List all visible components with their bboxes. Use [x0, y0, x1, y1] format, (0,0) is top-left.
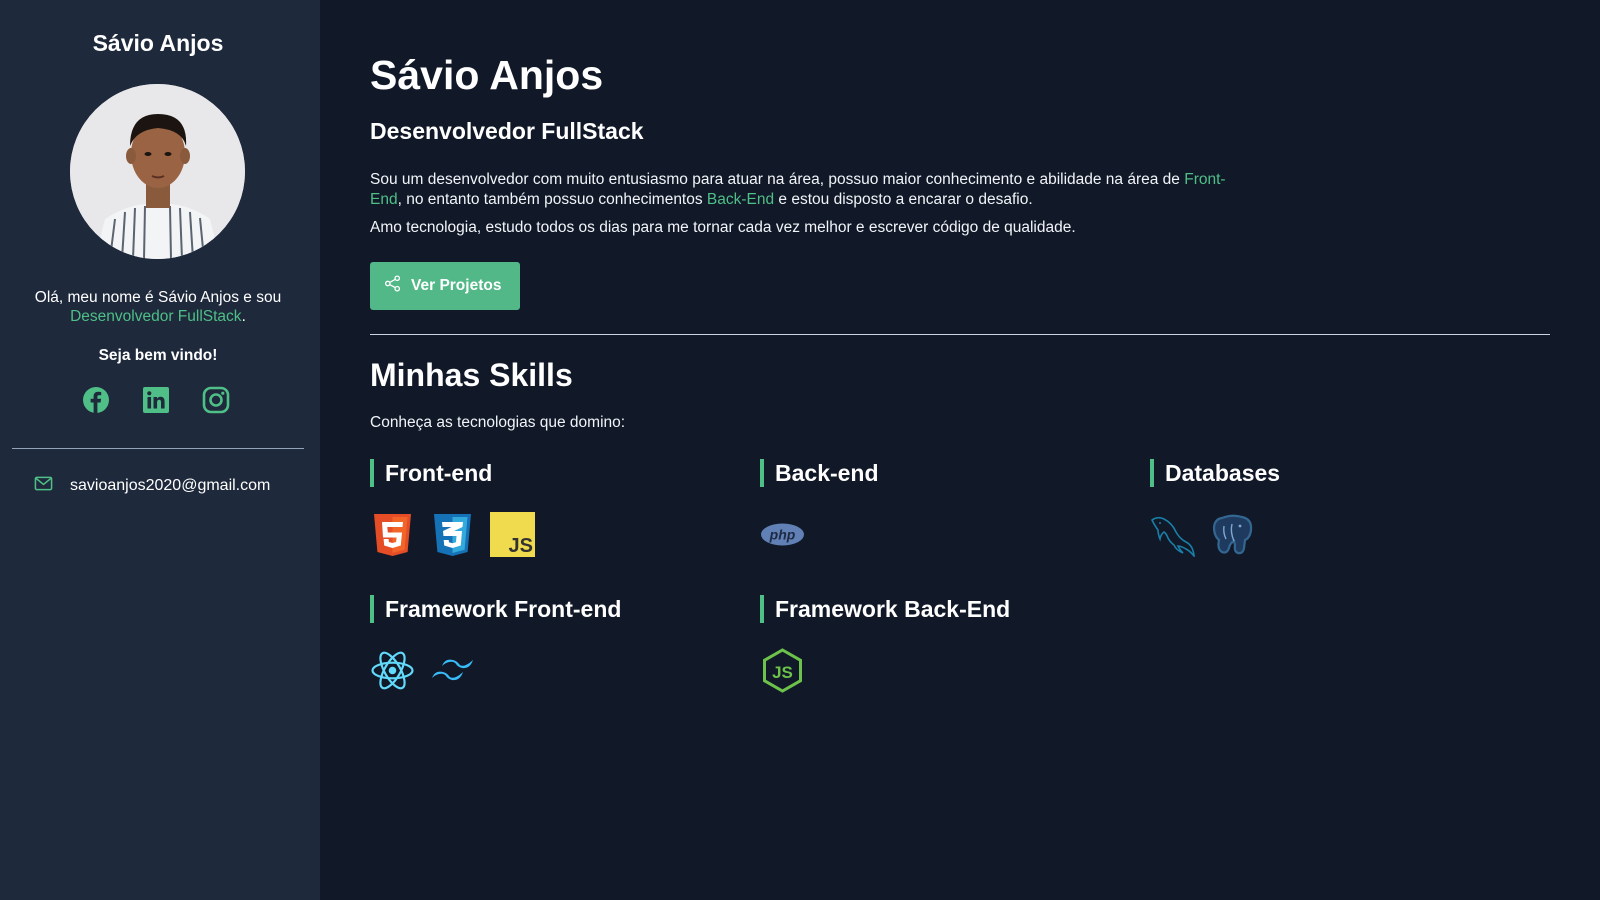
skill-category-databases: Databases — [1150, 459, 1280, 557]
page-title: Sávio Anjos — [370, 52, 604, 98]
linkedin-icon[interactable] — [142, 386, 170, 414]
view-projects-label: Ver Projetos — [411, 277, 502, 294]
html5-icon — [370, 512, 415, 557]
skill-category-framework-frontend: Framework Front-end — [370, 595, 621, 693]
skills-subtitle: Conheça as tecnologias que domino: — [370, 414, 626, 431]
category-title: Framework Back-End — [760, 595, 1010, 623]
skill-category-framework-backend: Framework Back-End JS — [760, 595, 1010, 693]
category-title-text: Framework Back-End — [775, 595, 1011, 622]
sidebar-intro: Olá, meu nome é Sávio Anjos e sou Desenv… — [20, 288, 296, 326]
category-icons — [370, 648, 621, 693]
category-icons: JS — [760, 648, 1010, 693]
about-text: Sou um desenvolvedor com muito entusiasm… — [370, 170, 1250, 238]
php-icon: php — [760, 512, 805, 557]
skill-category-frontend: Front-end JS — [370, 459, 535, 557]
about-text-part: , no entanto também possuo conhecimentos — [397, 190, 707, 208]
category-title: Framework Front-end — [370, 595, 621, 623]
about-text-part: e estou disposto a encarar o desafio. — [774, 190, 1033, 208]
postgresql-icon — [1210, 512, 1255, 557]
category-icons: JS — [370, 512, 535, 557]
facebook-icon[interactable] — [82, 386, 110, 414]
backend-highlight: Back-End — [706, 190, 775, 208]
about-text-part: Sou um desenvolvedor com muito entusiasm… — [370, 171, 1185, 188]
category-title-text: Front-end — [385, 459, 493, 486]
intro-end: . — [241, 308, 246, 325]
svg-text:JS: JS — [772, 663, 793, 682]
category-icons — [1150, 512, 1280, 557]
category-title: Databases — [1150, 459, 1280, 487]
share-icon — [384, 275, 401, 297]
role-subtitle: Desenvolvedor FullStack — [370, 118, 644, 144]
category-title-text: Back-end — [775, 459, 879, 486]
nodejs-icon: JS — [760, 648, 805, 693]
category-title: Back-end — [760, 459, 879, 487]
sidebar: Sávio Anjos Olá, meu nome é Sávio Anjos … — [0, 0, 320, 900]
skills-title: Minhas Skills — [370, 357, 573, 393]
skill-category-backend: Back-end php — [760, 459, 879, 557]
main-divider — [370, 334, 1550, 335]
email-contact[interactable]: savioanjos2020@gmail.com — [34, 474, 270, 498]
sidebar-divider — [12, 448, 304, 449]
svg-text:php: php — [769, 527, 796, 543]
mail-icon — [34, 474, 53, 498]
javascript-icon: JS — [490, 512, 535, 557]
welcome-text: Seja bem vindo! — [98, 347, 218, 364]
about-paragraph-1: Sou um desenvolvedor com muito entusiasm… — [370, 170, 1250, 209]
intro-text: Olá, meu nome é Sávio Anjos e sou — [34, 289, 282, 306]
about-paragraph-2: Amo tecnologia, estudo todos os dias par… — [370, 219, 1076, 236]
email-text: savioanjos2020@gmail.com — [70, 477, 271, 494]
intro-highlight: Desenvolvedor FullStack — [70, 308, 242, 325]
react-icon — [370, 648, 415, 693]
view-projects-button[interactable]: Ver Projetos — [370, 262, 520, 310]
css3-icon — [430, 512, 475, 557]
avatar — [70, 84, 245, 259]
social-links — [82, 386, 230, 414]
category-title-text: Databases — [1165, 459, 1281, 486]
tailwind-icon — [430, 648, 475, 693]
mysql-icon — [1150, 512, 1195, 557]
sidebar-name: Sávio Anjos — [92, 30, 224, 56]
category-icons: php — [760, 512, 879, 557]
category-title: Front-end — [370, 459, 535, 487]
category-title-text: Framework Front-end — [385, 595, 622, 622]
svg-text:JS: JS — [509, 535, 533, 557]
instagram-icon[interactable] — [202, 386, 230, 414]
